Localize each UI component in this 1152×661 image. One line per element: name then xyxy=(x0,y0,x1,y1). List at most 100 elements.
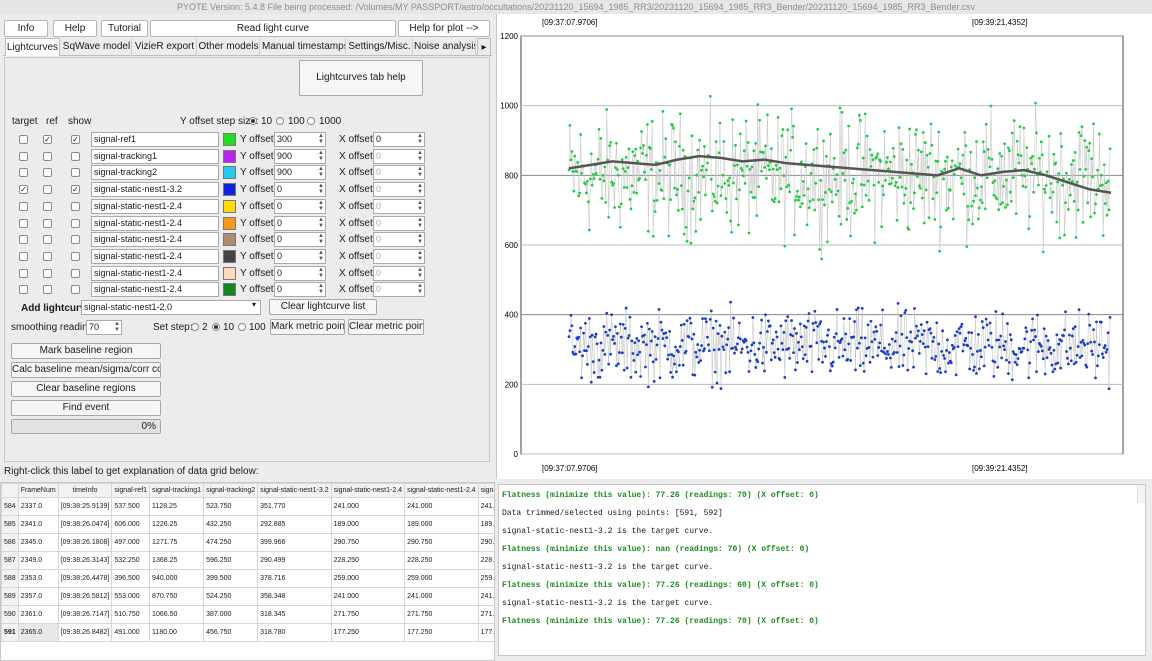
ref-checkbox[interactable] xyxy=(43,185,52,195)
show-checkbox[interactable] xyxy=(71,251,80,261)
ref-checkbox[interactable] xyxy=(43,268,52,278)
table-row[interactable]: 587 2349.0 [09:38:26.3143] 532.250 1368.25 59… xyxy=(1,551,494,570)
x-offset-input[interactable]: 0 ▲ ▼ xyxy=(373,248,425,264)
table-cell[interactable]: 2345.0 xyxy=(17,533,59,552)
table-cell[interactable]: 241.000 xyxy=(477,497,494,516)
data-table[interactable]: FrameNum timeInfo signal-ref1 signal-tracki… xyxy=(1,483,494,642)
show-checkbox[interactable]: ✓ xyxy=(71,185,80,195)
show-checkbox[interactable] xyxy=(71,151,80,161)
stepper-arrows-icon[interactable]: ▲ ▼ xyxy=(417,217,423,229)
table-cell[interactable]: 940.000 xyxy=(149,569,205,588)
ref-checkbox[interactable] xyxy=(43,285,52,295)
table-cell[interactable]: [09:38:25.9139] xyxy=(57,497,113,516)
lightcurves-tab-help-button[interactable]: Lightcurves tab help xyxy=(299,60,423,96)
lightcurve-name-field[interactable]: signal-tracking2 xyxy=(91,165,219,181)
x-offset-input[interactable]: 0 ▲ ▼ xyxy=(373,282,425,298)
table-cell[interactable]: 2353.0 xyxy=(17,569,59,588)
ref-checkbox[interactable] xyxy=(43,151,52,161)
table-cell[interactable]: 456.750 xyxy=(203,623,259,642)
stepper-arrows-icon[interactable]: ▲ ▼ xyxy=(318,217,324,229)
table-row[interactable]: 586 2345.0 [09:38:26.1808] 497.000 1271.75 47… xyxy=(1,533,494,552)
read-light-curve-button[interactable]: Read light curve xyxy=(150,20,396,37)
show-checkbox[interactable] xyxy=(71,285,80,295)
table-cell[interactable]: 387.000 xyxy=(203,605,259,624)
color-swatch[interactable] xyxy=(223,133,236,146)
lightcurve-name-field[interactable]: signal-static-nest1-2.4 xyxy=(91,248,219,264)
ref-checkbox[interactable]: ✓ xyxy=(43,135,52,144)
target-checkbox[interactable] xyxy=(19,151,28,161)
stepper-arrows-icon[interactable]: ▲ ▼ xyxy=(318,183,324,195)
row-header[interactable]: 590 xyxy=(1,605,19,624)
x-offset-input[interactable]: 0 ▲ ▼ xyxy=(373,148,425,164)
target-checkbox[interactable] xyxy=(19,285,28,295)
stepper-arrows-icon[interactable]: ▲ ▼ xyxy=(318,233,324,245)
column-header[interactable]: signal-static-nest1-2.4 xyxy=(404,483,479,498)
table-row[interactable]: 589 2357.0 [09:38:26.5812] 553.000 870.750 52… xyxy=(1,587,494,606)
table-cell[interactable]: 189.000 xyxy=(330,515,406,534)
show-checkbox[interactable] xyxy=(71,268,80,278)
table-cell[interactable]: 228.250 xyxy=(330,551,406,570)
color-swatch[interactable] xyxy=(223,183,236,197)
tab-vizier-export[interactable]: VizieR export xyxy=(133,38,197,56)
color-swatch[interactable] xyxy=(223,283,236,297)
table-cell[interactable]: 537.500 xyxy=(111,497,151,516)
stepper-arrows-icon[interactable]: ▲ ▼ xyxy=(417,200,423,212)
y-offset-input[interactable]: 0 ▲ ▼ xyxy=(274,248,326,264)
column-header[interactable]: signal-static-nest1-3.2 xyxy=(257,483,332,498)
tab-lightcurves[interactable]: Lightcurves xyxy=(5,38,60,56)
column-header[interactable]: FrameNum xyxy=(17,483,59,498)
data-grid-hint-label[interactable]: Right-click this label to get explanatio… xyxy=(4,466,259,477)
lightcurve-chart[interactable]: 0 200 400 600 800 1000 1200 [09:37:07.9706] [09:… xyxy=(497,14,1152,479)
color-swatch[interactable] xyxy=(223,166,236,180)
tab-manual-timestamps[interactable]: Manual timestamps xyxy=(262,38,346,56)
table-row[interactable]: 584 2337.0 [09:38:25.9139] 537.500 1128.25 52… xyxy=(1,497,494,516)
y-offset-input[interactable]: 0 ▲ ▼ xyxy=(274,182,326,198)
x-offset-input[interactable]: 0 ▲ ▼ xyxy=(373,198,425,214)
clear-metric-points-button[interactable]: Clear metric points xyxy=(348,319,424,335)
set-step-2-radio[interactable] xyxy=(191,323,199,331)
set-step-10-radio[interactable] xyxy=(212,323,220,331)
table-cell[interactable]: 177.250 xyxy=(477,623,494,642)
y-offset-input[interactable]: 0 ▲ ▼ xyxy=(274,232,326,248)
column-header[interactable]: signal-tracking1 xyxy=(149,483,205,498)
lightcurve-name-field[interactable]: signal-static-nest1-3.2 xyxy=(91,182,219,198)
target-checkbox[interactable] xyxy=(19,201,28,211)
table-cell[interactable]: 399.966 xyxy=(257,533,332,552)
tab-sqwave-model[interactable]: SqWave model xyxy=(62,38,132,56)
data-grid[interactable]: FrameNum timeInfo signal-ref1 signal-tracki… xyxy=(0,482,495,661)
table-cell[interactable]: 2337.0 xyxy=(17,497,59,516)
table-cell[interactable]: 523.750 xyxy=(203,497,259,516)
log-scrollbar[interactable] xyxy=(1137,485,1145,503)
tab-noise-analysis[interactable]: Noise analysis/ xyxy=(414,38,476,56)
stepper-arrows-icon[interactable]: ▲ ▼ xyxy=(318,283,324,295)
table-cell[interactable]: 2365.0 xyxy=(17,623,59,642)
tutorial-button[interactable]: Tutorial xyxy=(101,20,148,37)
row-header[interactable]: 588 xyxy=(1,569,19,588)
table-row[interactable]: 590 2361.0 [09:38:26.7147] 510.750 1066.50 38… xyxy=(1,605,494,624)
table-cell[interactable]: 290.750 xyxy=(477,533,494,552)
target-checkbox[interactable]: ✓ xyxy=(19,185,28,195)
column-header[interactable]: timeInfo xyxy=(57,483,113,498)
row-header[interactable]: 586 xyxy=(1,533,19,552)
row-header[interactable]: 585 xyxy=(1,515,19,534)
lightcurve-name-field[interactable]: signal-static-nest1-2.4 xyxy=(91,232,219,248)
table-cell[interactable]: 1368.25 xyxy=(149,551,205,570)
step-1000-radio[interactable] xyxy=(307,117,315,125)
target-checkbox[interactable] xyxy=(19,235,28,245)
table-cell[interactable]: [09:38:26.0474] xyxy=(57,515,113,534)
add-lightcurve-dropdown[interactable]: signal-static-nest1-2.0 xyxy=(81,300,261,315)
ref-checkbox[interactable] xyxy=(43,235,52,245)
table-cell[interactable]: 241.000 xyxy=(330,587,406,606)
stepper-arrows-icon[interactable]: ▲ ▼ xyxy=(417,150,423,162)
stepper-arrows-icon[interactable]: ▲ ▼ xyxy=(318,267,324,279)
row-header[interactable]: 589 xyxy=(1,587,19,606)
table-row[interactable]: 591 2365.0 [09:38:26.8482] 491.000 1180.00 45… xyxy=(1,623,494,642)
x-offset-input[interactable]: 0 ▲ ▼ xyxy=(373,265,425,281)
table-cell[interactable]: 228.250 xyxy=(477,551,494,570)
color-swatch[interactable] xyxy=(223,233,236,247)
table-cell[interactable]: 1128.25 xyxy=(149,497,205,516)
table-cell[interactable]: 474.250 xyxy=(203,533,259,552)
stepper-arrows-icon[interactable]: ▲ ▼ xyxy=(318,150,324,162)
row-header[interactable]: 584 xyxy=(1,497,19,516)
table-cell[interactable]: 497.000 xyxy=(111,533,151,552)
